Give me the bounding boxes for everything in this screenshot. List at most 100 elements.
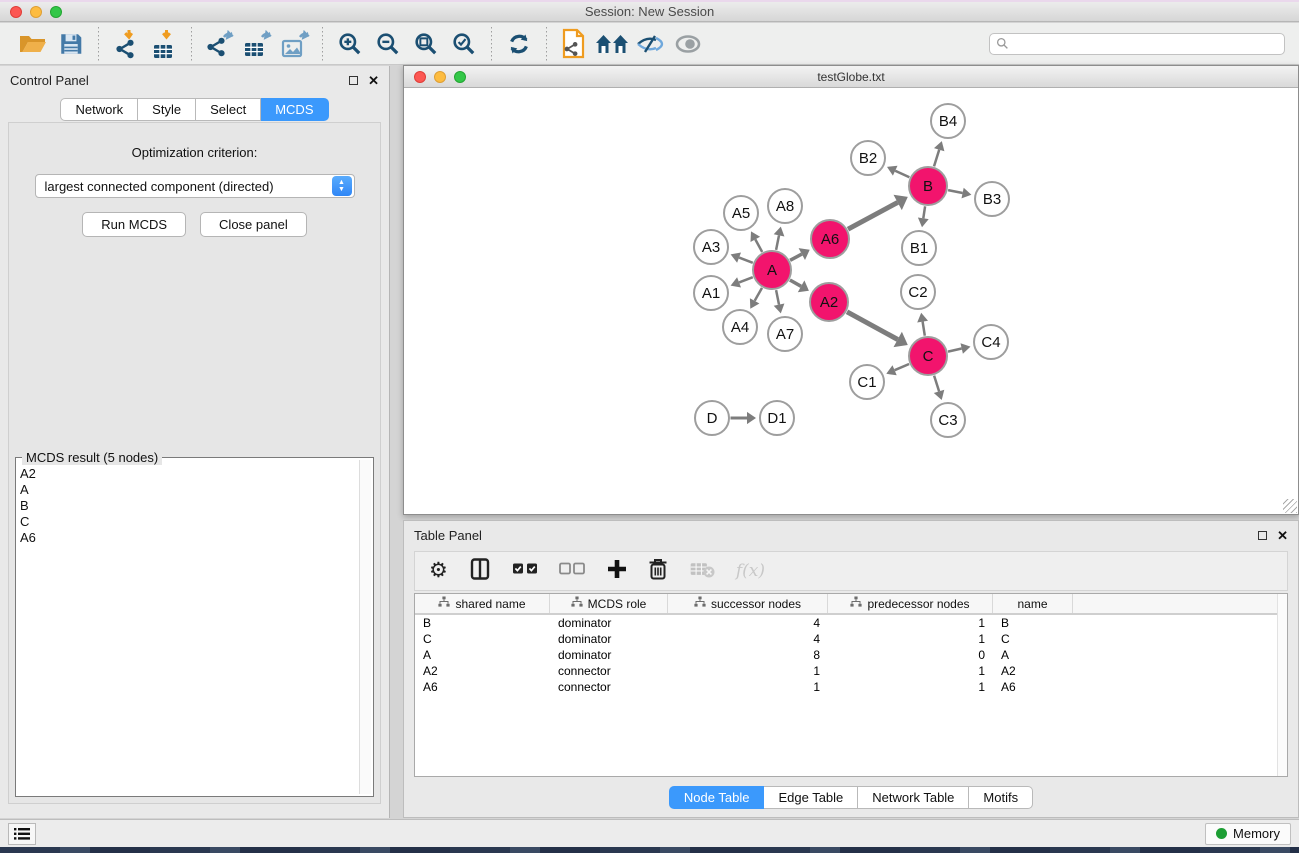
- graph-node-C1[interactable]: C1: [850, 365, 884, 399]
- select-all-button[interactable]: [512, 561, 539, 581]
- add-row-icon: [606, 558, 628, 585]
- column-header-shared-name[interactable]: shared name: [415, 594, 550, 613]
- search-field[interactable]: [989, 33, 1285, 55]
- graph-node-A[interactable]: A: [753, 251, 791, 289]
- task-history-button[interactable]: [8, 823, 36, 845]
- graph-node-B[interactable]: B: [909, 167, 947, 205]
- close-table-panel-icon[interactable]: ✕: [1277, 529, 1288, 542]
- graph-node-B3[interactable]: B3: [975, 182, 1009, 216]
- export-network-button[interactable]: [203, 28, 235, 60]
- float-table-panel-icon[interactable]: [1258, 531, 1267, 540]
- tab-network-table[interactable]: Network Table: [858, 786, 969, 809]
- settings-gear-button[interactable]: ⚙: [429, 560, 448, 582]
- table-row[interactable]: A2connector11A2: [415, 663, 1287, 679]
- tab-style[interactable]: Style: [138, 98, 196, 121]
- table-row[interactable]: Adominator80A: [415, 647, 1287, 663]
- control-panel: Control Panel ✕ NetworkStyleSelectMCDS O…: [0, 66, 390, 818]
- criterion-dropdown[interactable]: largest connected component (directed) ▲…: [35, 174, 355, 198]
- graph-node-B2[interactable]: B2: [851, 141, 885, 175]
- mcds-result-item[interactable]: C: [20, 514, 357, 530]
- graph-node-A6[interactable]: A6: [811, 220, 849, 258]
- mcds-result-item[interactable]: B: [20, 498, 357, 514]
- network-graph[interactable]: B4 B2 B B3 A5 A8 A6 A3 B1 A A1 C2 A2 A4 A7 C4 C C1 C3 D D1: [404, 88, 1298, 514]
- graph-node-D[interactable]: D: [695, 401, 729, 435]
- graph-node-A3[interactable]: A3: [694, 230, 728, 264]
- show-all-button[interactable]: [672, 28, 704, 60]
- svg-text:A6: A6: [821, 231, 839, 248]
- table-row[interactable]: Bdominator41B: [415, 615, 1287, 631]
- tab-select[interactable]: Select: [196, 98, 261, 121]
- resize-grip-icon[interactable]: [1283, 499, 1297, 513]
- graph-node-C4[interactable]: C4: [974, 325, 1008, 359]
- tab-node-table[interactable]: Node Table: [669, 786, 765, 809]
- network-file-button[interactable]: [558, 28, 590, 60]
- table-row[interactable]: A6connector11A6: [415, 679, 1287, 695]
- zoom-out-button[interactable]: [372, 28, 404, 60]
- table-cell: B: [415, 616, 550, 630]
- zoom-fit-button[interactable]: [410, 28, 442, 60]
- search-input[interactable]: [1009, 37, 1278, 51]
- hide-selected-button[interactable]: [634, 28, 666, 60]
- mcds-result-item[interactable]: A2: [20, 466, 357, 482]
- graph-node-A4[interactable]: A4: [723, 310, 757, 344]
- toolbar-separator: [191, 27, 192, 61]
- export-table-button[interactable]: [241, 28, 273, 60]
- table-panel-title: Table Panel: [414, 528, 482, 543]
- graph-node-A8[interactable]: A8: [768, 189, 802, 223]
- svg-text:A: A: [767, 262, 777, 279]
- table-cell: dominator: [550, 616, 668, 630]
- add-row-button[interactable]: [606, 558, 628, 585]
- float-panel-icon[interactable]: [349, 76, 358, 85]
- delete-row-button[interactable]: [648, 557, 668, 586]
- graph-node-A7[interactable]: A7: [768, 317, 802, 351]
- column-header-name[interactable]: name: [993, 594, 1073, 613]
- column-header-MCDS-role[interactable]: MCDS role: [550, 594, 668, 613]
- svg-text:C3: C3: [938, 412, 957, 429]
- network-canvas[interactable]: B4 B2 B B3 A5 A8 A6 A3 B1 A A1 C2 A2 A4 A7 C4 C C1 C3 D D1: [404, 88, 1298, 514]
- export-image-button[interactable]: [279, 28, 311, 60]
- graph-node-B1[interactable]: B1: [902, 231, 936, 265]
- table-cell: A: [415, 648, 550, 662]
- memory-button[interactable]: Memory: [1205, 823, 1291, 845]
- graph-node-D1[interactable]: D1: [760, 401, 794, 435]
- import-network-button[interactable]: [110, 28, 142, 60]
- mcds-result-item[interactable]: A: [20, 482, 357, 498]
- table-cell: 1: [828, 616, 993, 630]
- close-panel-icon[interactable]: ✕: [368, 74, 379, 87]
- save-session-button[interactable]: [55, 28, 87, 60]
- tab-mcds[interactable]: MCDS: [261, 98, 328, 121]
- column-selector-button[interactable]: [468, 557, 492, 586]
- graph-node-A1[interactable]: A1: [694, 276, 728, 310]
- table-scrollbar[interactable]: [1277, 594, 1287, 776]
- home-button[interactable]: [596, 28, 628, 60]
- refresh-layout-button[interactable]: [503, 28, 535, 60]
- tab-motifs[interactable]: Motifs: [969, 786, 1033, 809]
- table-cell: dominator: [550, 632, 668, 646]
- result-scrollbar[interactable]: [359, 460, 371, 794]
- table-cell: A6: [993, 680, 1073, 694]
- import-table-button[interactable]: [148, 28, 180, 60]
- tab-edge-table[interactable]: Edge Table: [764, 786, 858, 809]
- tab-network[interactable]: Network: [60, 98, 138, 121]
- column-header-predecessor-nodes[interactable]: predecessor nodes: [828, 594, 993, 613]
- graph-node-C[interactable]: C: [909, 337, 947, 375]
- graph-node-A2[interactable]: A2: [810, 283, 848, 321]
- graph-node-B4[interactable]: B4: [931, 104, 965, 138]
- graph-node-A5[interactable]: A5: [724, 196, 758, 230]
- table-row[interactable]: Cdominator41C: [415, 631, 1287, 647]
- open-file-button[interactable]: [17, 28, 49, 60]
- column-header-successor-nodes[interactable]: successor nodes: [668, 594, 828, 613]
- network-window-titlebar[interactable]: testGlobe.txt: [404, 66, 1298, 88]
- graph-node-C3[interactable]: C3: [931, 403, 965, 437]
- svg-text:A1: A1: [702, 285, 720, 302]
- table-cell: dominator: [550, 648, 668, 662]
- close-panel-button[interactable]: Close panel: [200, 212, 307, 237]
- run-mcds-button[interactable]: Run MCDS: [82, 212, 186, 237]
- zoom-in-button[interactable]: [334, 28, 366, 60]
- svg-text:B2: B2: [859, 150, 877, 167]
- mcds-result-item[interactable]: A6: [20, 530, 357, 546]
- mcds-result-list[interactable]: A2ABCA6: [20, 466, 357, 794]
- deselect-all-button[interactable]: [559, 561, 586, 581]
- graph-node-C2[interactable]: C2: [901, 275, 935, 309]
- zoom-selected-button[interactable]: [448, 28, 480, 60]
